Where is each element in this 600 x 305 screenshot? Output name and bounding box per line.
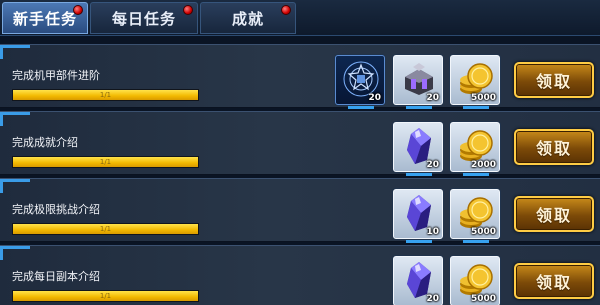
task-row: 完成机甲部件进阶 1/1 20 20 5000 领取 xyxy=(0,44,600,109)
reward-count: 5000 xyxy=(470,93,496,103)
tab-label: 成就 xyxy=(231,9,264,28)
claim-button[interactable]: 领取 xyxy=(514,263,594,299)
tab-achievements[interactable]: 成就 xyxy=(200,2,296,34)
progress-text: 1/1 xyxy=(99,158,112,166)
task-title: 完成极限挑战介绍 xyxy=(12,203,100,216)
task-row: 完成每日副本介绍 1/1 20 5000 领取 xyxy=(0,245,600,305)
reward-count: 20 xyxy=(426,160,439,170)
reward-slot[interactable]: 20 xyxy=(393,55,443,109)
reward-underline xyxy=(406,240,432,243)
reward-count: 2000 xyxy=(470,160,496,170)
progress-text: 1/1 xyxy=(99,225,112,233)
reward-underline xyxy=(463,173,489,176)
reward-count: 20 xyxy=(426,294,439,304)
progress-bar: 1/1 xyxy=(12,156,199,168)
progress-bar: 1/1 xyxy=(12,223,199,235)
progress-bar: 1/1 xyxy=(12,89,199,101)
notification-badge-icon xyxy=(73,5,83,15)
task-row: 完成极限挑战介绍 1/1 10 5000 领取 xyxy=(0,178,600,243)
task-list: 完成机甲部件进阶 1/1 20 20 5000 领取 完成成就介绍 1/1 20… xyxy=(0,37,600,305)
reward-slot[interactable]: 20 xyxy=(393,256,443,305)
tab-bar: 新手任务 每日任务 成就 xyxy=(0,0,600,36)
reward-underline xyxy=(463,106,489,109)
task-title: 完成成就介绍 xyxy=(12,136,78,149)
tab-label: 每日任务 xyxy=(111,9,176,28)
reward-count: 5000 xyxy=(470,227,496,237)
reward-underline xyxy=(348,106,374,109)
reward-count: 10 xyxy=(426,227,439,237)
reward-slot[interactable]: 5000 xyxy=(450,55,500,109)
reward-slot[interactable]: 5000 xyxy=(450,256,500,305)
task-title: 完成每日副本介绍 xyxy=(12,270,100,283)
claim-button[interactable]: 领取 xyxy=(514,196,594,232)
reward-slot[interactable]: 20 xyxy=(393,122,443,176)
reward-slot[interactable]: 20 xyxy=(335,55,385,109)
progress-text: 1/1 xyxy=(99,91,112,99)
reward-count: 5000 xyxy=(470,294,496,304)
task-title: 完成机甲部件进阶 xyxy=(12,69,100,82)
claim-button[interactable]: 领取 xyxy=(514,129,594,165)
tab-label: 新手任务 xyxy=(12,9,77,28)
reward-underline xyxy=(463,240,489,243)
claim-button[interactable]: 领取 xyxy=(514,62,594,98)
progress-bar: 1/1 xyxy=(12,290,199,302)
reward-underline xyxy=(406,173,432,176)
reward-count: 20 xyxy=(368,93,381,103)
notification-badge-icon xyxy=(183,5,193,15)
reward-slot[interactable]: 5000 xyxy=(450,189,500,243)
task-row: 完成成就介绍 1/1 20 2000 领取 xyxy=(0,111,600,176)
tab-daily-tasks[interactable]: 每日任务 xyxy=(90,2,198,34)
reward-underline xyxy=(406,106,432,109)
notification-badge-icon xyxy=(281,5,291,15)
reward-slot[interactable]: 10 xyxy=(393,189,443,243)
tab-beginner-tasks[interactable]: 新手任务 xyxy=(2,2,88,34)
reward-slot[interactable]: 2000 xyxy=(450,122,500,176)
progress-text: 1/1 xyxy=(99,292,112,300)
reward-count: 20 xyxy=(426,93,439,103)
